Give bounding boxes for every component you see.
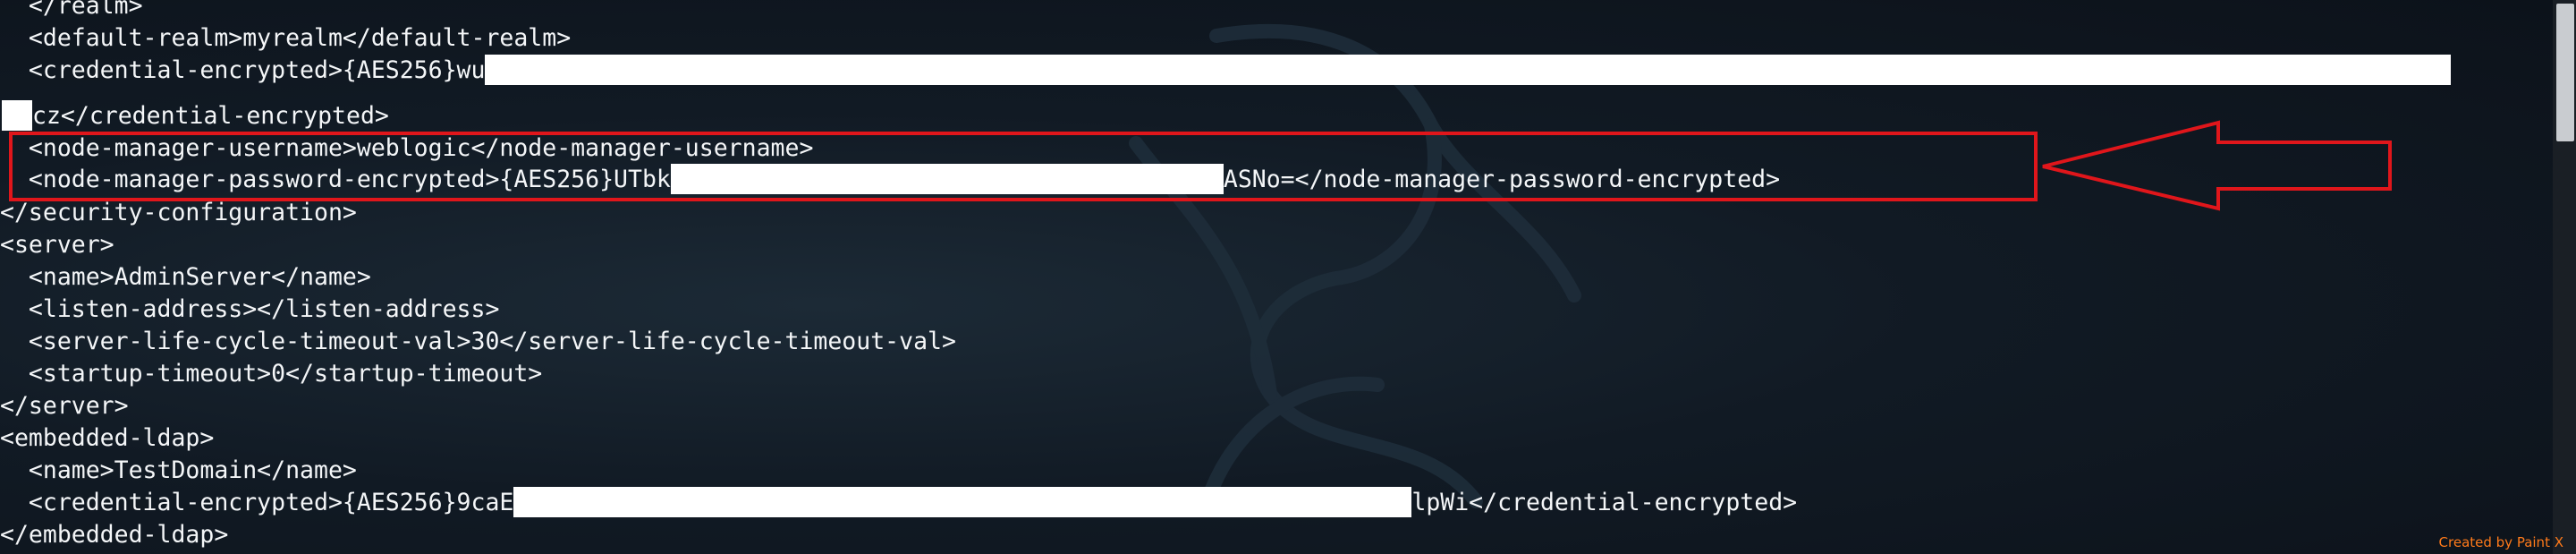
redaction-block <box>2 99 32 131</box>
terminal-window: </realm> <default-realm>myrealm</default… <box>0 0 2576 554</box>
terminal-line: </server> <box>0 392 129 420</box>
terminal-line: </security-configuration> <box>0 199 357 226</box>
terminal-line: <name>AdminServer</name> <box>0 263 371 291</box>
terminal-line: <credential-encrypted>{AES256}wu <box>0 54 2452 87</box>
scrollbar-thumb[interactable] <box>2556 4 2574 141</box>
terminal-line: <name>TestDomain</name> <box>0 456 357 484</box>
terminal-line: <embedded-ldap> <box>0 424 215 452</box>
terminal-line: <listen-address></listen-address> <box>0 295 500 323</box>
redaction-block <box>485 54 2452 85</box>
terminal-line: cz</credential-encrypted> <box>0 99 389 132</box>
watermark-credit: Created by Paint X <box>2438 534 2563 550</box>
terminal-line: <server-life-cycle-timeout-val>30</serve… <box>0 328 956 355</box>
terminal-line: <default-realm>myrealm</default-realm> <box>0 24 572 52</box>
terminal-line: <startup-timeout>0</startup-timeout> <box>0 360 543 388</box>
terminal-output: </realm> <default-realm>myrealm</default… <box>0 0 2452 549</box>
highlight-box <box>9 132 2038 201</box>
terminal-line: <credential-encrypted>{AES256}9caE lpWi</… <box>0 486 1797 519</box>
vertical-scrollbar[interactable] <box>2553 0 2576 554</box>
terminal-line: </embedded-ldap> <box>0 521 229 549</box>
terminal-line: </realm> <box>0 0 143 20</box>
terminal-line: <server> <box>0 231 114 259</box>
redaction-block <box>513 486 1412 517</box>
